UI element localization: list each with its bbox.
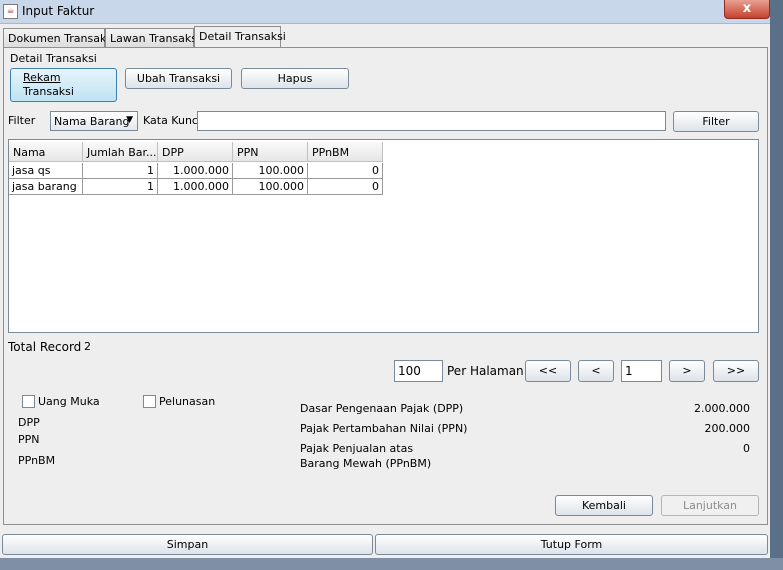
- table-cell[interactable]: 1.000.000: [158, 179, 233, 195]
- ppnbm-left-label: PPnBM: [18, 454, 56, 467]
- hapus-button[interactable]: Hapus: [241, 68, 349, 89]
- lanjutkan-button[interactable]: Lanjutkan: [661, 495, 759, 516]
- table-cell[interactable]: jasa barang: [9, 179, 83, 195]
- col-header-dpp[interactable]: DPP: [158, 142, 233, 162]
- ubah-transaksi-button[interactable]: Ubah Transaksi: [125, 68, 232, 89]
- rekam-label-line2: Transaksi: [23, 85, 74, 98]
- prev-page-button[interactable]: <: [578, 360, 614, 382]
- total-record-value: 2: [84, 340, 91, 353]
- pelunasan-checkbox[interactable]: [143, 395, 156, 408]
- dpp-left-label: DPP: [18, 416, 40, 429]
- table-cell[interactable]: 0: [308, 163, 383, 179]
- pelunasan-label: Pelunasan: [159, 395, 216, 408]
- tab-lawan-transaksi[interactable]: Lawan Transaksi: [105, 28, 200, 48]
- col-header-jumlah-barang[interactable]: Jumlah Bar...: [83, 142, 158, 162]
- chevron-down-icon: ▼: [126, 115, 133, 125]
- col-header-ppnbm[interactable]: PPnBM: [308, 142, 383, 162]
- next-page-button[interactable]: >: [669, 360, 705, 382]
- table-cell[interactable]: 100.000: [233, 163, 308, 179]
- table-cell[interactable]: 1.000.000: [158, 163, 233, 179]
- per-page-input[interactable]: 100: [394, 360, 443, 382]
- last-page-button[interactable]: >>: [713, 360, 759, 382]
- tab-dokumen-transaksi[interactable]: Dokumen Transaksi: [3, 28, 115, 48]
- uang-muka-label: Uang Muka: [38, 395, 100, 408]
- dpp-summary-value: 2.000.000: [694, 402, 750, 415]
- background-desktop-edge: [770, 0, 783, 570]
- table-cell[interactable]: 1: [83, 163, 158, 179]
- ppnbm-summary-label-2: Barang Mewah (PPnBM): [300, 457, 432, 470]
- uang-muka-checkbox[interactable]: [22, 395, 35, 408]
- table-cell[interactable]: 1: [83, 179, 158, 195]
- window-title: Input Faktur: [22, 4, 95, 18]
- total-record-label: Total Record: [8, 340, 82, 354]
- ppnbm-summary-label-1: Pajak Penjualan atas: [300, 442, 414, 455]
- filter-selected-value: Nama Barang: [54, 115, 130, 128]
- page-number-input[interactable]: 1: [621, 360, 662, 382]
- col-header-ppn[interactable]: PPN: [233, 142, 308, 162]
- col-header-nama[interactable]: Nama: [9, 142, 83, 162]
- ppnbm-summary-value: 0: [743, 442, 750, 455]
- table-cell[interactable]: jasa qs: [9, 163, 83, 179]
- kata-kunci-input[interactable]: [197, 111, 666, 131]
- background-desktop-bottom: [0, 558, 783, 570]
- java-app-icon: ☕: [3, 4, 18, 19]
- ppn-summary-label: Pajak Pertambahan Nilai (PPN): [300, 422, 468, 435]
- close-button[interactable]: x: [724, 0, 770, 19]
- simpan-button[interactable]: Simpan: [2, 534, 373, 555]
- rekam-label-line1: Rekam: [23, 71, 61, 84]
- filter-label: Filter: [8, 114, 36, 127]
- per-halaman-label: Per Halaman: [447, 364, 524, 378]
- group-title: Detail Transaksi: [10, 52, 97, 65]
- first-page-button[interactable]: <<: [525, 360, 571, 382]
- table-cell[interactable]: 100.000: [233, 179, 308, 195]
- filter-select[interactable]: Nama Barang ▼: [50, 111, 138, 131]
- rekam-transaksi-button[interactable]: Rekam Transaksi: [10, 68, 117, 102]
- dpp-summary-label: Dasar Pengenaan Pajak (DPP): [300, 402, 464, 415]
- ppn-left-label: PPN: [18, 433, 40, 446]
- tab-detail-transaksi[interactable]: Detail Transaksi: [194, 26, 286, 48]
- filter-button[interactable]: Filter: [673, 111, 759, 132]
- kata-kunci-label: Kata Kunci: [143, 114, 202, 127]
- ppn-summary-value: 200.000: [704, 422, 751, 435]
- tutup-form-button[interactable]: Tutup Form: [375, 534, 768, 555]
- kembali-button[interactable]: Kembali: [555, 495, 653, 516]
- table-cell[interactable]: 0: [308, 179, 383, 195]
- title-bar[interactable]: [0, 0, 770, 24]
